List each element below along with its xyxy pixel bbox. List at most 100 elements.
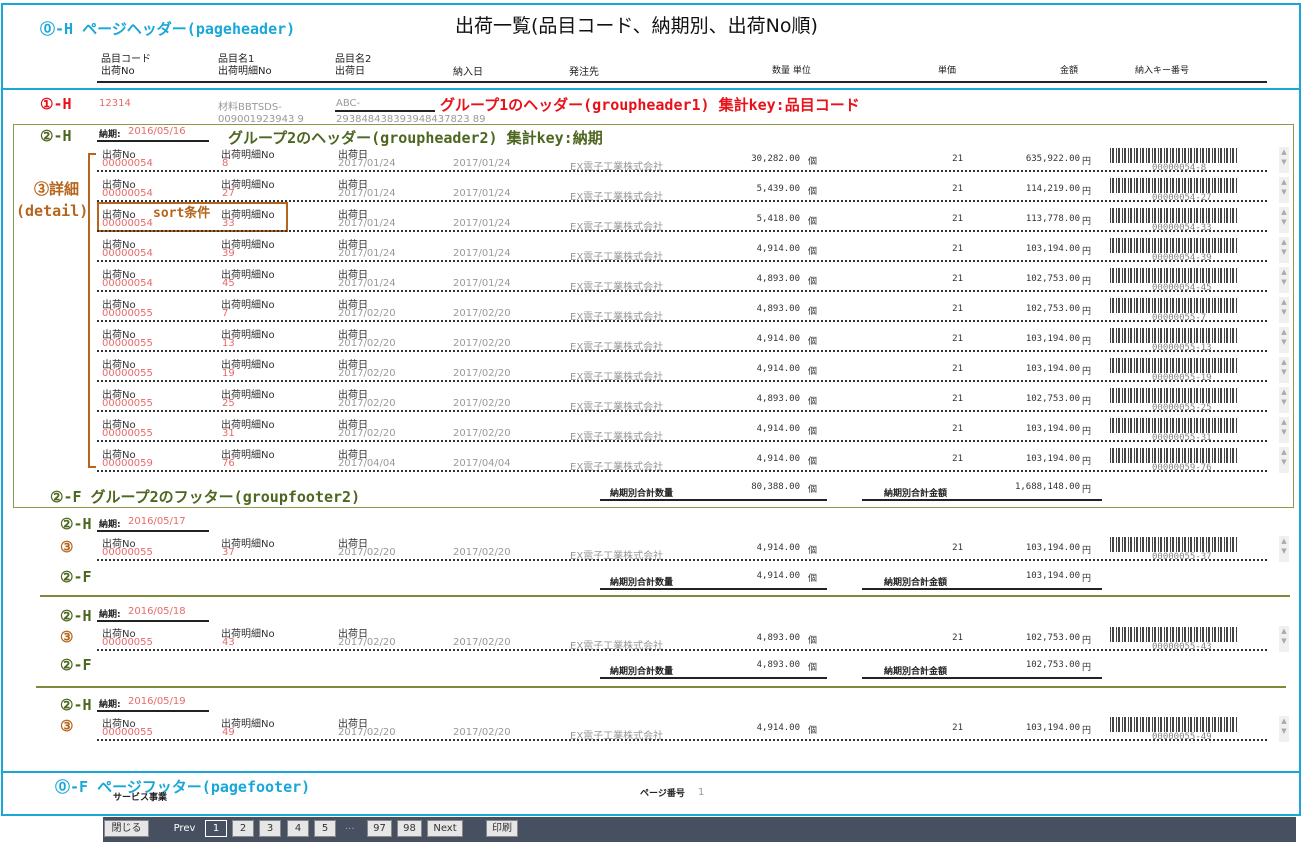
meisai-no: 31 (222, 428, 235, 439)
scroll-down-icon[interactable]: ▼ (1279, 397, 1289, 407)
meisai-no: 7 (222, 308, 229, 319)
scroll-down-icon[interactable]: ▼ (1279, 277, 1289, 287)
page-2-button[interactable]: 2 (232, 820, 254, 837)
scroll-down-icon[interactable]: ▼ (1279, 337, 1289, 347)
scroll-down-icon[interactable]: ▼ (1279, 367, 1289, 377)
sum-qty: 80,388.00 (751, 482, 800, 492)
group2-date: 2016/05/16 (128, 126, 186, 137)
unit-price: 21 (952, 154, 963, 164)
unit-label: 個 (808, 247, 818, 257)
quantity: 5,418.00 (756, 214, 800, 224)
scroll-up-icon[interactable]: ▲ (1279, 237, 1289, 247)
scroll-down-icon[interactable]: ▼ (1279, 457, 1289, 467)
scroll-down-icon[interactable]: ▼ (1279, 307, 1289, 317)
unit-label: 個 (808, 367, 818, 377)
row-scrollbar[interactable]: ▲ ▼ (1279, 297, 1289, 323)
row-scrollbar[interactable]: ▲ ▼ (1279, 716, 1289, 742)
page-97-button[interactable]: 97 (367, 820, 392, 837)
row-scrollbar[interactable]: ▲ ▼ (1279, 267, 1289, 293)
delivery-date: 2017/02/20 (453, 547, 511, 558)
col-header-supplier: 発注先 (569, 67, 599, 78)
meisai-no: 76 (222, 458, 235, 469)
groupheader2-tag: ②-H (40, 127, 72, 145)
scroll-down-icon[interactable]: ▼ (1279, 247, 1289, 257)
prev-button[interactable]: Prev (167, 820, 202, 837)
scroll-down-icon[interactable]: ▼ (1279, 157, 1289, 167)
col-header-item-name2: 品目名2 出荷日 (335, 54, 372, 77)
amount: 102,753.00 (1025, 274, 1080, 284)
page-4-button[interactable]: 4 (287, 820, 309, 837)
scroll-up-icon[interactable]: ▲ (1279, 716, 1289, 726)
pagefooter-annotation: ⓪-F ページフッター(pagefooter) (55, 778, 311, 796)
row-scrollbar[interactable]: ▲ ▼ (1279, 237, 1289, 263)
scroll-up-icon[interactable]: ▲ (1279, 327, 1289, 337)
group-separator-1 (40, 595, 1290, 597)
row-separator (97, 410, 1267, 412)
shukka-no: 00000059 (102, 458, 153, 469)
row-scrollbar[interactable]: ▲ ▼ (1279, 387, 1289, 413)
unit-label: 個 (808, 187, 818, 197)
nouki-label: 納期: (99, 610, 121, 620)
page-1-button[interactable]: 1 (205, 820, 227, 837)
barcode (1110, 238, 1238, 253)
amount: 102,753.00 (1025, 304, 1080, 314)
ship-date: 2017/04/04 (338, 458, 396, 469)
scroll-up-icon[interactable]: ▲ (1279, 447, 1289, 457)
next-button[interactable]: Next (427, 820, 463, 837)
page-5-button[interactable]: 5 (314, 820, 336, 837)
group2-date: 2016/05/18 (128, 606, 186, 617)
group2-date-rule (97, 710, 209, 712)
unit-price: 21 (952, 244, 963, 254)
scroll-up-icon[interactable]: ▲ (1279, 207, 1289, 217)
sum-qty-rule (600, 677, 827, 679)
row-scrollbar[interactable]: ▲ ▼ (1279, 177, 1289, 203)
detail-annotation-en: (detail) (16, 202, 89, 220)
amount: 114,219.00 (1025, 184, 1080, 194)
row-scrollbar[interactable]: ▲ ▼ (1279, 536, 1289, 562)
g2h-tag-4: ②-H (60, 696, 92, 714)
unit-label: 個 (808, 307, 818, 317)
scroll-down-icon[interactable]: ▼ (1279, 427, 1289, 437)
scroll-up-icon[interactable]: ▲ (1279, 626, 1289, 636)
print-button[interactable]: 印刷 (486, 820, 518, 837)
scroll-up-icon[interactable]: ▲ (1279, 417, 1289, 427)
scroll-up-icon[interactable]: ▲ (1279, 357, 1289, 367)
scroll-down-icon[interactable]: ▼ (1279, 636, 1289, 646)
row-scrollbar[interactable]: ▲ ▼ (1279, 327, 1289, 353)
unit-price: 21 (952, 424, 963, 434)
ship-date: 2017/02/20 (338, 727, 396, 738)
scroll-down-icon[interactable]: ▼ (1279, 546, 1289, 556)
unit-label: 個 (808, 574, 818, 584)
scroll-up-icon[interactable]: ▲ (1279, 267, 1289, 277)
unit-price: 21 (952, 274, 963, 284)
shukka-no: 00000054 (102, 188, 153, 199)
pageheader-annotation: ⓪-H ページヘッダー(pageheader) (40, 20, 296, 38)
close-button[interactable]: 閉じる (104, 820, 149, 837)
shukka-no: 00000055 (102, 547, 153, 558)
row-scrollbar[interactable]: ▲ ▼ (1279, 417, 1289, 443)
page-98-button[interactable]: 98 (397, 820, 422, 837)
delivery-date: 2017/01/24 (453, 248, 511, 259)
barcode (1110, 418, 1238, 433)
row-scrollbar[interactable]: ▲ ▼ (1279, 357, 1289, 383)
scroll-up-icon[interactable]: ▲ (1279, 387, 1289, 397)
row-scrollbar[interactable]: ▲ ▼ (1279, 207, 1289, 233)
meisai-no: 49 (222, 727, 235, 738)
page-3-button[interactable]: 3 (259, 820, 281, 837)
unit-label: 個 (808, 546, 818, 556)
row-scrollbar[interactable]: ▲ ▼ (1279, 147, 1289, 173)
scroll-down-icon[interactable]: ▼ (1279, 187, 1289, 197)
row-scrollbar[interactable]: ▲ ▼ (1279, 447, 1289, 473)
barcode (1110, 627, 1238, 642)
row-separator (97, 350, 1267, 352)
scroll-up-icon[interactable]: ▲ (1279, 536, 1289, 546)
group1-name2-rule (335, 110, 435, 112)
col-header-amount: 金額 (1060, 66, 1079, 76)
scroll-up-icon[interactable]: ▲ (1279, 147, 1289, 157)
scroll-up-icon[interactable]: ▲ (1279, 297, 1289, 307)
scroll-down-icon[interactable]: ▼ (1279, 217, 1289, 227)
row-scrollbar[interactable]: ▲ ▼ (1279, 626, 1289, 652)
scroll-up-icon[interactable]: ▲ (1279, 177, 1289, 187)
group-separator-2 (36, 686, 1286, 688)
scroll-down-icon[interactable]: ▼ (1279, 726, 1289, 736)
